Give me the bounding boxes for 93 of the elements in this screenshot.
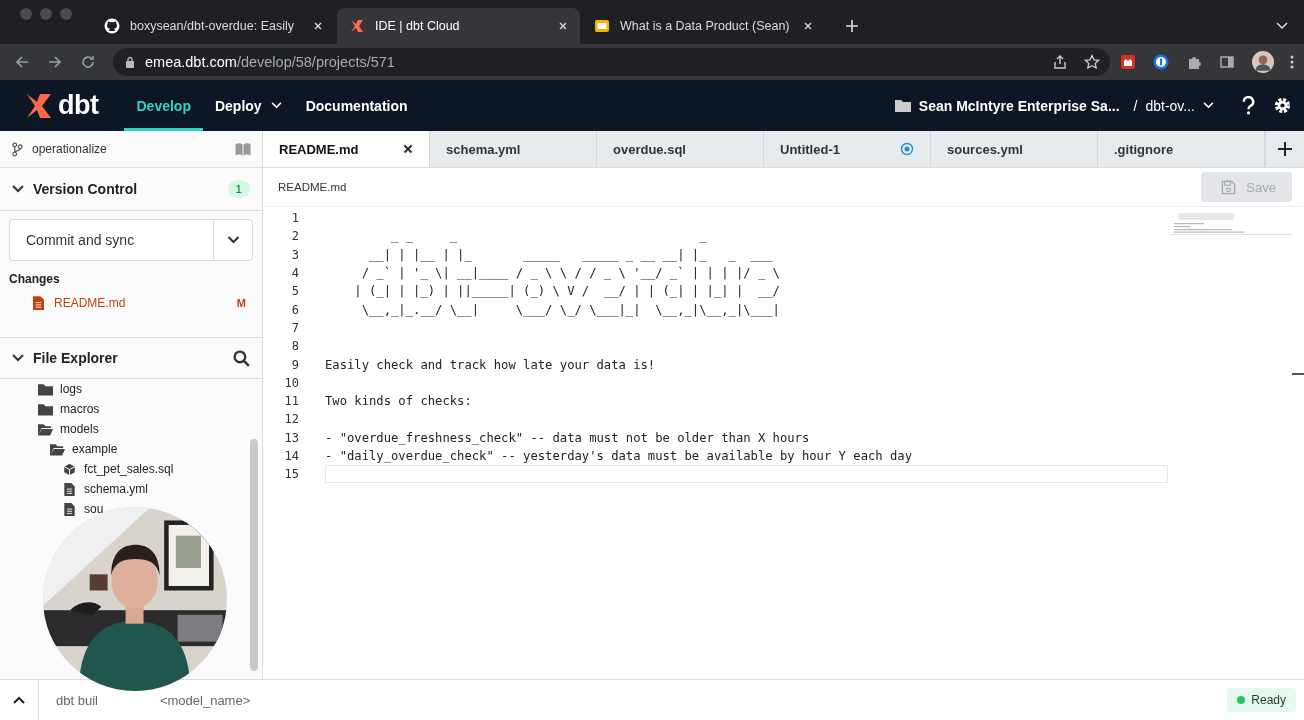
folder-icon <box>894 99 911 112</box>
section-title[interactable]: File Explorer <box>33 350 118 366</box>
line-number: 1 <box>290 211 299 226</box>
chevron-down-icon[interactable] <box>226 236 240 244</box>
cube-icon <box>62 462 77 476</box>
scroll-marker <box>1292 373 1304 375</box>
command-input[interactable]: dbt buil <model_name> <box>39 680 1228 720</box>
line-number: 7 <box>290 320 299 335</box>
scrollbar[interactable] <box>250 439 258 671</box>
line-number: 10 <box>283 375 299 390</box>
address-bar[interactable]: emea.dbt.com/develop/58/projects/571 <box>113 48 1110 76</box>
commit-split-button[interactable]: Commit and sync <box>9 219 253 261</box>
file-breadcrumb: README.md <box>278 181 347 193</box>
line-number: 9 <box>290 357 299 372</box>
avatar-icon[interactable] <box>1252 51 1274 73</box>
tree-item[interactable]: models <box>60 422 99 436</box>
project-name[interactable]: Sean McIntyre Enterprise Sa... <box>918 97 1120 114</box>
extension-icon[interactable] <box>1120 54 1136 70</box>
file-icon <box>33 296 44 310</box>
code-line: _ _ _ _ <box>390 229 707 244</box>
code-line: | (_| | |_) | ||_____| (_) \ V / __/ | | (_| | |_| | __/ <box>353 284 780 299</box>
line-number: 2 <box>290 229 299 244</box>
file-icon <box>62 482 77 496</box>
editor-tab[interactable]: Untitled-1 <box>764 131 931 167</box>
lock-icon <box>125 56 135 68</box>
editor-tab[interactable]: overdue.sql <box>597 131 764 167</box>
floppy-icon <box>1221 179 1237 195</box>
line-number: 15 <box>283 467 299 482</box>
chevron-up-icon <box>13 696 25 704</box>
tree-item[interactable]: macros <box>60 402 100 416</box>
changed-file[interactable]: README.md <box>54 296 126 310</box>
puzzle-icon[interactable] <box>1186 54 1202 70</box>
line-number: 4 <box>290 266 299 281</box>
tree-item[interactable]: fct_pet_sales.sql <box>84 462 174 476</box>
code-line: / _` | '_ \| __|____ / _ \ \ / / _ \ '__/ _` | | | |/ _ \ <box>360 266 780 281</box>
browser-tab[interactable]: IDE | dbt Cloud <box>337 8 580 44</box>
new-tab-icon[interactable] <box>845 19 859 33</box>
line-number: 11 <box>283 394 299 409</box>
code-line: - "overdue_freshness_check" -- data must not be older than X hours <box>325 430 810 445</box>
back-icon[interactable] <box>14 54 30 70</box>
tree-item[interactable]: example <box>72 442 118 456</box>
nav-tab[interactable]: Documentation <box>293 80 420 131</box>
chevron-icon[interactable] <box>12 185 24 193</box>
share-icon[interactable] <box>1052 54 1068 70</box>
repo-name[interactable]: dbt-ov... <box>1145 97 1195 114</box>
code-line: - "daily_overdue_check" -- yesterday's data must be available by hour Y each day <box>325 449 912 463</box>
browser-tab[interactable]: What is a Data Product (Sean) <box>582 8 825 44</box>
line-number: 12 <box>283 412 299 427</box>
file-icon <box>62 502 77 516</box>
path-separator: / <box>1133 97 1138 114</box>
add-tab-icon[interactable] <box>1278 142 1292 156</box>
more-icon[interactable] <box>1290 54 1294 70</box>
status-pill: Ready <box>1227 688 1296 712</box>
help-icon[interactable] <box>1242 96 1255 115</box>
book-icon[interactable] <box>234 141 252 157</box>
tree-item[interactable]: logs <box>60 382 82 396</box>
slides-icon <box>594 18 610 34</box>
code-line: __| | |__ | |_ _____ _____ _ __ __| |_ _ ___ <box>368 247 773 262</box>
chevron-icon[interactable] <box>12 354 24 362</box>
line-number: 14 <box>283 449 299 463</box>
dbt-logo-icon <box>349 18 365 34</box>
editor-tab[interactable]: schema.yml <box>430 131 597 167</box>
search-icon[interactable] <box>233 349 250 367</box>
reload-icon[interactable] <box>80 54 96 70</box>
status-letter: M <box>236 297 246 309</box>
password-manager-icon[interactable] <box>1153 54 1169 70</box>
code-line: Two kinds of checks: <box>325 394 472 409</box>
settings-icon[interactable] <box>1273 96 1292 115</box>
line-number: 8 <box>290 339 299 354</box>
forward-icon[interactable] <box>47 54 63 70</box>
branch-icon <box>12 141 23 157</box>
editor-tab[interactable]: .gitignore <box>1098 131 1265 167</box>
tree-item[interactable]: sou <box>84 502 104 516</box>
star-icon[interactable] <box>1084 54 1100 70</box>
github-icon <box>104 18 120 34</box>
nav-tab[interactable]: Deploy <box>202 80 294 131</box>
tree-item[interactable]: schema.yml <box>84 482 148 496</box>
code-line: Easily check and track how late your data is! <box>325 357 656 372</box>
line-number: 13 <box>283 430 299 445</box>
editor-tab[interactable]: README.md <box>263 131 430 167</box>
code-line: \__,_|_.__/ \__| \___/ \_/ \___|_| \__,_|\__,_|\___| <box>360 302 780 317</box>
line-number: 3 <box>290 247 299 262</box>
line-number: 6 <box>290 302 299 317</box>
count-badge: 1 <box>227 180 250 198</box>
branch-name[interactable]: operationalize <box>32 142 107 156</box>
logo-text: dbt <box>58 90 99 121</box>
line-number: 5 <box>290 284 299 299</box>
close-icon[interactable] <box>403 144 413 154</box>
editor-tab[interactable]: sources.yml <box>931 131 1098 167</box>
browser-tab[interactable]: boxysean/dbt-overdue: Easily <box>92 8 335 44</box>
changes-label: Changes <box>8 271 61 286</box>
sidebar-icon[interactable] <box>1219 54 1235 70</box>
section-title[interactable]: Version Control <box>33 181 138 197</box>
